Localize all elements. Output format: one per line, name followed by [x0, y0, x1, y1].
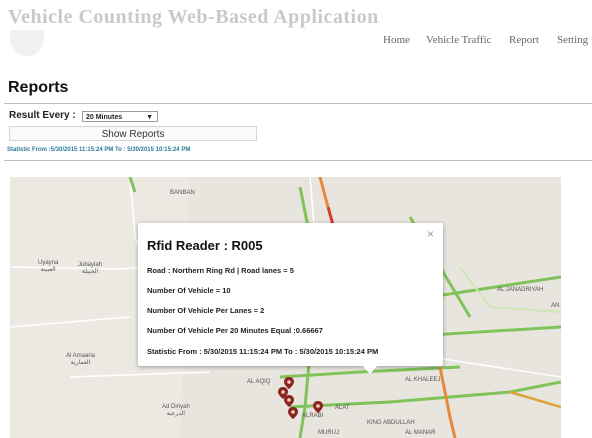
show-reports-button[interactable]: Show Reports [9, 126, 257, 141]
result-every-select[interactable]: 20 Minutes ▼ [82, 111, 158, 122]
close-icon[interactable]: × [427, 227, 434, 241]
map-label-al-janadriyah: AL JANADRIYAH [497, 287, 544, 293]
dropdown-arrow-icon: ▼ [146, 114, 153, 121]
rfid-reader-title: Rfid Reader : R005 [147, 238, 263, 253]
map-label-king-abdullah: KING ABDULLAH [367, 420, 415, 426]
statistic-range: Statistic From :5/30/2015 11:15:24 PM To… [7, 147, 191, 153]
map-label-al-aqiq: AL AQIQ [247, 379, 271, 385]
result-every-label: Result Every : [9, 110, 76, 121]
map-label-uyayna: Uyayna العيينة [38, 260, 59, 273]
vehicle-count: Number Of Vehicle = 10 [147, 286, 231, 295]
map-marker-icon[interactable] [313, 401, 323, 413]
nav-report[interactable]: Report [509, 34, 539, 46]
map-label-alrabi: ALRABI [302, 413, 324, 419]
app-title: Vehicle Counting Web-Based Application [8, 6, 379, 28]
vehicle-per-lane: Number Of Vehicle Per Lanes = 2 [147, 306, 265, 315]
map-label-alat: ALAT [335, 405, 350, 411]
map-label-al-khaleej: AL KHALEEJ [405, 377, 441, 383]
divider [4, 160, 592, 161]
nav-vehicle-traffic[interactable]: Vehicle Traffic [426, 34, 491, 46]
vehicle-per-interval: Number Of Vehicle Per 20 Minutes Equal :… [147, 326, 323, 335]
result-every-value: 20 Minutes [86, 114, 123, 121]
top-nav: Home Vehicle Traffic Report Setting [0, 34, 592, 48]
map-label-banban: BANBAN [170, 190, 195, 196]
map-label-ad-diriyah: Ad Diriyah الدرعية [162, 404, 190, 417]
divider [4, 103, 592, 104]
map-label-an: AN [551, 303, 560, 309]
rfid-info-window: × Rfid Reader : R005 Road : Northern Rin… [138, 223, 443, 374]
map-label-muruj: MURUJ [318, 430, 339, 436]
nav-home[interactable]: Home [383, 34, 410, 46]
map-marker-icon[interactable] [288, 407, 298, 419]
map-marker-icon[interactable] [284, 395, 294, 407]
map-label-jubaylah: Jubaylah الجبيلة [78, 262, 103, 275]
page-title: Reports [8, 79, 69, 96]
popup-statistic-range: Statistic From : 5/30/2015 11:15:24 PM T… [147, 347, 379, 356]
popup-pointer [363, 366, 377, 374]
map-label-al-manar: AL MANAR [405, 430, 436, 436]
nav-setting[interactable]: Setting [557, 34, 588, 46]
road-info: Road : Northern Ring Rd | Road lanes = 5 [147, 266, 294, 275]
map-label-al-amaaria: Al Amaaria العمارية [66, 353, 96, 366]
